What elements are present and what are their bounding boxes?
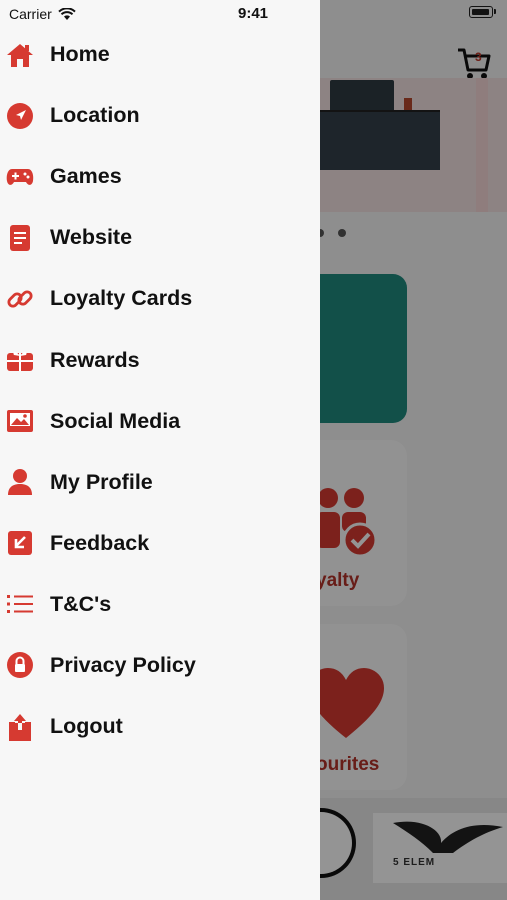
menu-label-privacy-policy: Privacy Policy — [50, 652, 196, 677]
menu-item-location[interactable]: Location — [0, 85, 320, 146]
menu-item-website[interactable]: Website — [0, 207, 320, 268]
wifi-icon — [58, 7, 76, 20]
location-arrow-icon — [6, 102, 34, 130]
menu-label-loyalty-cards: Loyalty Cards — [50, 286, 193, 311]
menu-label-location: Location — [50, 103, 140, 128]
logout-icon — [6, 713, 34, 741]
menu-item-home[interactable]: Home — [0, 24, 320, 85]
menu-label-games: Games — [50, 164, 122, 189]
menu-label-terms: T&C's — [50, 591, 112, 616]
menu-item-social-media[interactable]: Social Media — [0, 391, 320, 452]
lock-icon — [6, 651, 34, 679]
feedback-arrow-icon — [6, 529, 34, 557]
gamepad-icon — [6, 163, 34, 191]
menu-item-logout[interactable]: Logout — [0, 696, 320, 757]
menu-label-home: Home — [50, 42, 110, 67]
gift-icon — [6, 346, 34, 374]
side-drawer: Carrier 9:41 Home Location Games Website… — [0, 0, 320, 900]
list-icon — [6, 590, 34, 618]
carrier-label: Carrier — [9, 6, 52, 22]
menu-item-privacy-policy[interactable]: Privacy Policy — [0, 635, 320, 696]
home-icon — [6, 41, 34, 69]
menu-label-social-media: Social Media — [50, 408, 181, 433]
drawer-menu: Home Location Games Website Loyalty Card… — [0, 24, 320, 757]
user-icon — [6, 468, 34, 496]
menu-item-terms[interactable]: T&C's — [0, 574, 320, 635]
menu-item-my-profile[interactable]: My Profile — [0, 452, 320, 513]
status-time: 9:41 — [238, 5, 269, 22]
menu-label-rewards: Rewards — [50, 347, 140, 372]
menu-item-games[interactable]: Games — [0, 146, 320, 207]
image-icon — [6, 407, 34, 435]
status-carrier: Carrier — [9, 6, 76, 22]
menu-item-rewards[interactable]: Rewards — [0, 329, 320, 390]
menu-label-feedback: Feedback — [50, 530, 150, 555]
link-icon — [6, 285, 34, 313]
document-icon — [6, 224, 34, 252]
menu-item-loyalty-cards[interactable]: Loyalty Cards — [0, 268, 320, 329]
menu-label-my-profile: My Profile — [50, 469, 153, 494]
menu-item-feedback[interactable]: Feedback — [0, 513, 320, 574]
menu-label-website: Website — [50, 225, 133, 250]
menu-label-logout: Logout — [50, 714, 123, 739]
